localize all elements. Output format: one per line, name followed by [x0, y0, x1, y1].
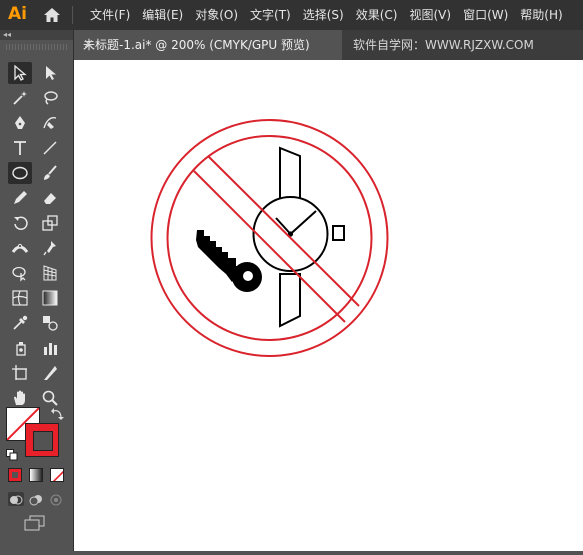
none-mode-button[interactable] — [50, 468, 64, 482]
panel-grip[interactable] — [6, 44, 67, 50]
menu-bar: Ai 文件(F) 编辑(E) 对象(O) 文字(T) 选择(S) 效果(C) 视… — [0, 0, 583, 30]
rotate-tool-icon[interactable] — [8, 212, 32, 234]
tab-document[interactable]: 未标题-1.ai* @ 200% (CMYK/GPU 预览) × — [74, 30, 342, 60]
slice-tool-icon[interactable] — [38, 362, 62, 384]
none-slash-icon — [52, 470, 63, 481]
puppet-warp-tool-icon[interactable] — [38, 237, 62, 259]
tab-watermark[interactable]: 软件自学网：WWW.RJZXW.COM — [345, 30, 534, 60]
menu-type[interactable]: 文字(T) — [250, 0, 291, 30]
stroke-swatch[interactable] — [25, 423, 59, 457]
eyedropper-tool-icon[interactable] — [8, 312, 32, 334]
menu-view[interactable]: 视图(V) — [409, 0, 451, 30]
default-colors-icon[interactable] — [6, 446, 18, 461]
home-icon[interactable] — [43, 6, 61, 24]
paintbrush-tool-icon[interactable] — [38, 162, 62, 184]
width-tool-icon[interactable] — [8, 237, 32, 259]
perspective-grid-tool-icon[interactable] — [38, 262, 62, 284]
gradient-tool-icon[interactable] — [38, 287, 62, 309]
app-logo: Ai — [8, 4, 27, 24]
menu-window[interactable]: 窗口(W) — [463, 0, 508, 30]
menu-effect[interactable]: 效果(C) — [356, 0, 398, 30]
blend-tool-icon[interactable] — [38, 312, 62, 334]
mesh-tool-icon[interactable] — [8, 287, 32, 309]
menu-edit[interactable]: 编辑(E) — [142, 0, 183, 30]
screen-mode-icon[interactable] — [24, 515, 46, 531]
pencil-tool-icon[interactable] — [8, 187, 32, 209]
watch-crown — [332, 225, 345, 241]
direct-selection-tool-icon[interactable] — [38, 62, 62, 84]
artboard-tool-icon[interactable] — [8, 362, 32, 384]
artboard-canvas[interactable] — [74, 60, 583, 551]
watch-strap-top — [279, 146, 301, 203]
symbol-sprayer-tool-icon[interactable] — [8, 337, 32, 359]
menu-object[interactable]: 对象(O) — [195, 0, 238, 30]
watch-strap-bottom — [279, 273, 301, 328]
menu-file[interactable]: 文件(F) — [90, 0, 130, 30]
main-menu: 文件(F) 编辑(E) 对象(O) 文字(T) 选择(S) 效果(C) 视图(V… — [90, 0, 563, 30]
swap-fill-stroke-icon[interactable] — [50, 406, 64, 420]
document-tab-bar: 未标题-1.ai* @ 200% (CMYK/GPU 预览) × 软件自学网：W… — [74, 30, 583, 60]
column-graph-tool-icon[interactable] — [38, 337, 62, 359]
prohibition-sign-artwork — [150, 119, 389, 357]
tab-document-label: 未标题-1.ai* @ 200% (CMYK/GPU 预览) — [83, 38, 310, 52]
key-icon — [196, 230, 262, 292]
close-icon[interactable]: × — [83, 30, 94, 60]
color-mode-button[interactable] — [8, 468, 22, 482]
pen-tool-icon[interactable] — [8, 112, 32, 134]
curvature-tool-icon[interactable] — [38, 112, 62, 134]
line-tool-icon[interactable] — [38, 137, 62, 159]
gradient-mode-button[interactable] — [29, 468, 43, 482]
draw-normal-icon[interactable] — [8, 492, 24, 506]
selection-tool-icon[interactable] — [8, 62, 32, 84]
shape-builder-tool-icon[interactable] — [8, 262, 32, 284]
menu-select[interactable]: 选择(S) — [303, 0, 344, 30]
scale-tool-icon[interactable] — [38, 212, 62, 234]
lasso-tool-icon[interactable] — [38, 87, 62, 109]
tools-panel: ◂◂ — [0, 30, 74, 551]
collapse-icon[interactable]: ◂◂ — [0, 30, 73, 40]
menu-help[interactable]: 帮助(H) — [520, 0, 562, 30]
type-tool-icon[interactable] — [8, 137, 32, 159]
draw-inside-icon[interactable] — [48, 492, 64, 506]
magic-wand-tool-icon[interactable] — [8, 87, 32, 109]
hand-tool-icon[interactable] — [8, 387, 32, 409]
ellipse-tool-icon[interactable] — [8, 162, 32, 184]
menu-separator — [72, 6, 73, 24]
eraser-tool-icon[interactable] — [38, 187, 62, 209]
draw-behind-icon[interactable] — [28, 492, 44, 506]
